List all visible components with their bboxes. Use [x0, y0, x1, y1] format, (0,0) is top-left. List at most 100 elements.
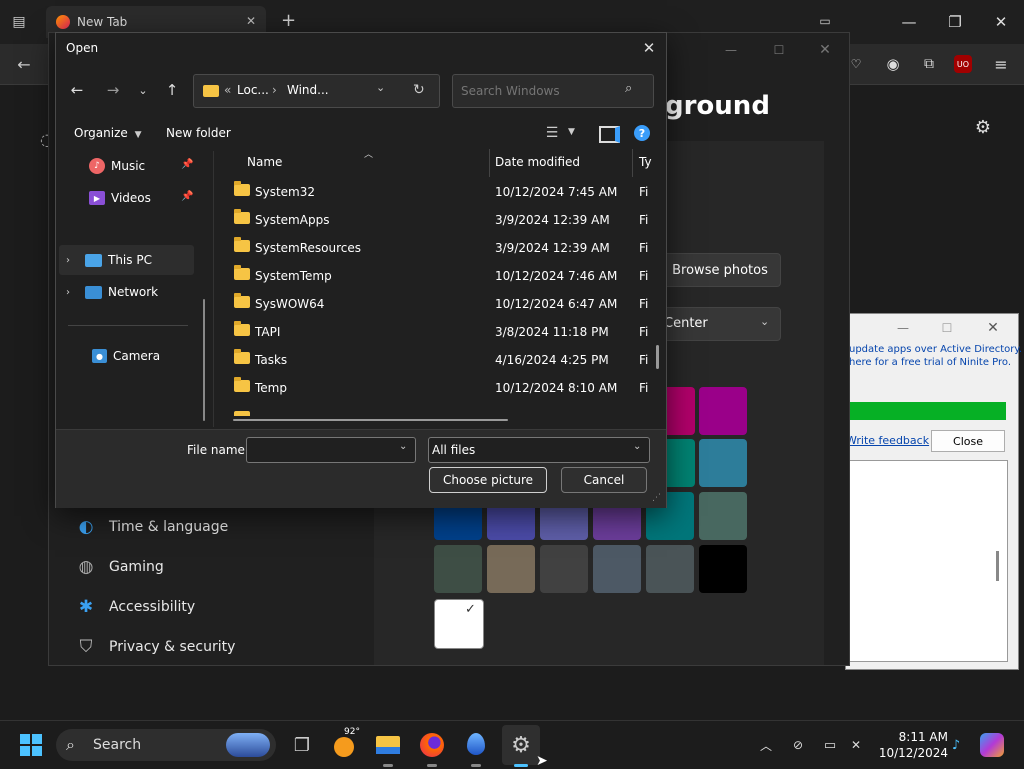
- color-swatch[interactable]: [487, 545, 535, 593]
- firefox-taskbar-icon[interactable]: [416, 729, 448, 767]
- taskbar-search[interactable]: ⌕ Search: [56, 729, 276, 761]
- file-row[interactable]: SysWOW64 10/12/2024 6:47 AM Fi: [231, 290, 661, 318]
- fit-dropdown[interactable]: Center ⌄: [659, 307, 781, 341]
- dialog-back-icon[interactable]: ←: [64, 77, 90, 103]
- column-divider[interactable]: [632, 149, 633, 177]
- app-drop-icon[interactable]: [460, 729, 492, 767]
- file-row[interactable]: SystemApps 3/9/2024 12:39 AM Fi: [231, 206, 661, 234]
- preview-pane-icon[interactable]: [599, 126, 620, 143]
- color-swatch[interactable]: [699, 387, 747, 435]
- nav-time-language[interactable]: ◐ Time & language: [75, 507, 375, 547]
- file-row[interactable]: Tasks 4/16/2024 4:25 PM Fi: [231, 346, 661, 374]
- file-name-input[interactable]: [251, 441, 395, 459]
- dialog-forward-icon[interactable]: →: [100, 77, 126, 103]
- start-icon[interactable]: [20, 734, 42, 756]
- file-list-hscrollbar[interactable]: [233, 419, 508, 421]
- file-row[interactable]: SystemTemp 10/12/2024 7:46 AM Fi: [231, 262, 661, 290]
- column-header-type[interactable]: Ty: [639, 155, 652, 169]
- search-box[interactable]: ⌕: [452, 74, 654, 108]
- tree-item-this-pc[interactable]: › This PC: [59, 245, 194, 275]
- dialog-close-icon[interactable]: ✕: [636, 37, 662, 59]
- extensions-icon[interactable]: ⧉: [918, 53, 940, 75]
- organize-menu[interactable]: Organize ▼: [74, 126, 142, 140]
- browser-maximize-icon[interactable]: ❐: [932, 0, 978, 44]
- pin-icon[interactable]: 📌: [181, 191, 193, 202]
- color-swatch[interactable]: [540, 545, 588, 593]
- breadcrumb-windows[interactable]: Wind...: [287, 83, 329, 97]
- expand-chevron-icon[interactable]: ›: [66, 255, 70, 266]
- dialog-recent-icon[interactable]: ⌄: [130, 77, 156, 103]
- cancel-button[interactable]: Cancel: [561, 467, 647, 493]
- ninite-close-icon[interactable]: ✕: [978, 318, 1008, 338]
- color-swatch[interactable]: [699, 492, 747, 540]
- resize-grip-icon[interactable]: ⋰: [652, 493, 661, 503]
- tab-close-icon[interactable]: ✕: [246, 14, 256, 28]
- browse-photos-button[interactable]: Browse photos: [659, 253, 781, 287]
- browser-close-icon[interactable]: ✕: [978, 0, 1024, 44]
- task-view-icon[interactable]: ❐: [286, 729, 318, 761]
- tree-item-music[interactable]: ♪ Music 📌: [59, 151, 194, 181]
- tree-scrollbar[interactable]: [203, 299, 205, 421]
- browser-minimize-icon[interactable]: —: [886, 0, 932, 44]
- ninite-log-scrollbar[interactable]: [996, 551, 999, 581]
- nav-accessibility[interactable]: ✱ Accessibility: [75, 587, 375, 627]
- ninite-feedback-link[interactable]: Write feedback: [846, 434, 929, 447]
- ublock-icon[interactable]: UO: [954, 55, 972, 73]
- color-swatch-selected[interactable]: ✓: [434, 599, 484, 649]
- new-folder-button[interactable]: New folder: [166, 126, 231, 140]
- display-icon[interactable]: ▭: [820, 735, 840, 755]
- refresh-icon[interactable]: ↻: [413, 82, 425, 98]
- search-input[interactable]: [459, 81, 623, 101]
- file-row[interactable]: SystemResources 3/9/2024 12:39 AM Fi: [231, 234, 661, 262]
- settings-taskbar-icon[interactable]: ⚙: [505, 729, 537, 767]
- file-list-vscrollbar[interactable]: [656, 345, 659, 369]
- address-history-icon[interactable]: ⌄: [376, 81, 385, 94]
- column-header-name[interactable]: Name: [247, 155, 282, 169]
- help-icon[interactable]: ?: [634, 125, 650, 141]
- expand-chevron-icon[interactable]: ›: [66, 287, 70, 298]
- view-caret-icon[interactable]: ▼: [568, 127, 575, 137]
- color-swatch[interactable]: [646, 545, 694, 593]
- chevron-down-icon[interactable]: ⌄: [399, 441, 407, 452]
- nav-privacy-security[interactable]: ⛉ Privacy & security: [75, 627, 375, 667]
- file-row[interactable]: Temp 10/12/2024 8:10 AM Fi: [231, 374, 661, 402]
- tree-item-network[interactable]: › Network: [59, 277, 194, 307]
- column-header-date[interactable]: Date modified: [495, 155, 580, 169]
- new-tab-icon[interactable]: +: [281, 10, 296, 31]
- network-disconnected-icon[interactable]: ⊘: [788, 735, 808, 755]
- tab-actions-icon[interactable]: ▤: [8, 12, 30, 32]
- file-row[interactable]: TAPI 3/8/2024 11:18 PM Fi: [231, 318, 661, 346]
- column-divider[interactable]: [489, 149, 490, 177]
- file-type-filter[interactable]: All files ⌄: [428, 437, 650, 463]
- clock-time[interactable]: 8:11 AM: [868, 730, 948, 744]
- choose-picture-button[interactable]: Choose picture: [429, 467, 547, 493]
- settings-minimize-icon[interactable]: —: [717, 39, 745, 61]
- tree-item-videos[interactable]: ▶ Videos 📌: [59, 183, 194, 213]
- file-row[interactable]: System32 10/12/2024 7:45 AM Fi: [231, 178, 661, 206]
- settings-close-icon[interactable]: ✕: [811, 39, 839, 61]
- color-swatch[interactable]: [699, 545, 747, 593]
- view-options-icon[interactable]: ☰: [542, 125, 562, 141]
- page-settings-icon[interactable]: ⚙: [972, 116, 994, 138]
- copilot-icon[interactable]: [980, 733, 1004, 757]
- address-bar[interactable]: « Loc... › Wind... ⌄ ↻: [193, 74, 440, 108]
- pin-icon[interactable]: 📌: [181, 159, 193, 170]
- ninite-maximize-icon[interactable]: ☐: [932, 318, 962, 338]
- settings-maximize-icon[interactable]: ☐: [765, 39, 793, 61]
- ninite-close-button[interactable]: Close: [931, 430, 1005, 452]
- file-explorer-icon[interactable]: [372, 729, 404, 767]
- color-swatch[interactable]: [593, 545, 641, 593]
- show-hidden-icons-icon[interactable]: ︿: [756, 735, 776, 755]
- notification-bell-icon[interactable]: ♪: [946, 735, 966, 755]
- weather-widget[interactable]: 92°: [330, 727, 362, 761]
- menu-icon[interactable]: ≡: [990, 53, 1012, 75]
- color-swatch[interactable]: [434, 545, 482, 593]
- nav-gaming[interactable]: ◍ Gaming: [75, 547, 375, 587]
- ninite-promo-line1[interactable]: update apps over Active Directory.: [849, 344, 1022, 355]
- tree-item-camera[interactable]: ● Camera: [59, 341, 194, 371]
- color-swatch[interactable]: [699, 439, 747, 487]
- breadcrumb-local[interactable]: Loc...: [237, 83, 269, 97]
- back-icon[interactable]: ←: [12, 53, 36, 75]
- breadcrumb-overflow[interactable]: «: [224, 83, 231, 97]
- volume-muted-icon[interactable]: ✕: [846, 735, 866, 755]
